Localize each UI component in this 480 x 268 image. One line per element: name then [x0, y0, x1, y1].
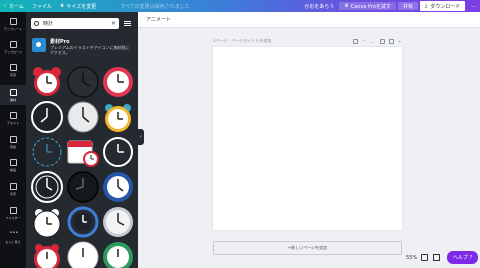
video-icon — [9, 158, 17, 166]
wall-clock-pink-icon[interactable] — [101, 65, 135, 99]
alarm-clock-red-icon[interactable] — [30, 240, 64, 268]
arrow-down-icon[interactable]: ⌄ — [371, 39, 376, 44]
resize-button[interactable]: ♛ サイズを変更 — [56, 0, 100, 12]
home-button[interactable]: ‹ ホーム — [0, 0, 28, 12]
rail-item-elements[interactable]: 素材 — [0, 85, 26, 105]
wall-clock-dark-icon[interactable] — [66, 65, 100, 99]
page-tools: ⌃ ⌄ + — [353, 38, 403, 44]
calendar-clock-icon[interactable] — [66, 135, 100, 169]
filter-icon — [124, 21, 131, 22]
elements-icon — [9, 88, 17, 96]
rail-item-background[interactable]: 背景 — [0, 179, 26, 199]
note-icon[interactable] — [353, 38, 358, 44]
crown-icon: ♛ — [344, 3, 349, 9]
search-icon — [34, 21, 39, 26]
upload-icon — [9, 40, 17, 48]
rail-item-text[interactable]: テキスト — [0, 108, 26, 128]
clock-arrow-icon[interactable] — [66, 205, 100, 239]
back-chevron-icon: ‹ — [4, 3, 6, 9]
wall-clock-blue-icon[interactable] — [101, 170, 135, 204]
more-menu-button[interactable]: ... — [467, 0, 480, 12]
download-button[interactable]: ⤓ ダウンロード — [419, 1, 466, 11]
rail-item-templates[interactable]: テンプレート — [0, 14, 26, 34]
background-icon — [9, 182, 17, 190]
alarm-clock-red-icon[interactable] — [30, 65, 64, 99]
try-pro-button[interactable]: ♛ Canva Proを試す — [339, 2, 396, 10]
rail-item-more[interactable]: ••• もっと見る — [0, 227, 26, 247]
design-title[interactable]: かおをあらう — [300, 0, 338, 12]
clear-icon[interactable]: ✕ — [111, 20, 116, 27]
editor-toolbar: アニメート — [138, 12, 480, 28]
rail-item-music[interactable]: 音楽 — [0, 132, 26, 152]
add-page-icon[interactable]: + — [398, 39, 403, 44]
clock-outline-icon[interactable] — [30, 135, 64, 169]
fullscreen-icon[interactable] — [433, 254, 440, 261]
collapse-panel-button[interactable]: ‹ — [138, 129, 144, 145]
page-title-input[interactable]: 1ページ - ページタイトルを追加 — [213, 38, 271, 44]
share-button[interactable]: 共有 — [397, 2, 418, 10]
file-menu-button[interactable]: ファイル — [28, 0, 56, 12]
promo-description: プレミアムのイラストやアイコンに無制限にアクセス。 — [50, 45, 130, 55]
clock-icon[interactable] — [66, 100, 100, 134]
clock-outline-white-icon[interactable] — [30, 170, 64, 204]
promo-title: 素材Pro — [50, 39, 70, 45]
alarm-clock-yellow-icon[interactable] — [101, 100, 135, 134]
rail-item-folder[interactable]: フォルダー — [0, 203, 26, 223]
side-rail: テンプレート アップロード 写真 素材 テキスト 音楽 動画 背景 フォルダー … — [0, 12, 26, 268]
animate-button[interactable]: アニメート — [146, 16, 171, 23]
elements-panel: 時計 ✕ 素材Pro プレミアムのイラストやアイコンに無制限にアクセス。 — [26, 12, 138, 268]
crown-icon: ♛ — [59, 3, 65, 9]
clock-line-icon[interactable] — [101, 135, 135, 169]
download-icon: ⤓ — [424, 3, 428, 9]
template-icon — [9, 17, 17, 25]
save-status: すべての変更は保存されました — [120, 3, 190, 10]
chevron-left-icon: ‹ — [140, 134, 142, 140]
folder-icon — [9, 206, 17, 214]
top-toolbar: ‹ ホーム ファイル ♛ サイズを変更 すべての変更は保存されました かおをあら… — [0, 0, 480, 12]
delete-page-icon[interactable] — [389, 38, 394, 44]
text-icon — [9, 111, 17, 119]
arrow-up-icon[interactable]: ⌃ — [362, 39, 367, 44]
wall-clock-green-icon[interactable] — [101, 240, 135, 268]
wall-clock-silver-icon[interactable] — [101, 205, 135, 239]
search-input[interactable]: 時計 ✕ — [31, 18, 119, 29]
pro-promo-card[interactable]: 素材Pro プレミアムのイラストやアイコンに無制限にアクセス。 — [32, 36, 132, 66]
grid-view-icon[interactable] — [421, 254, 428, 261]
filter-button[interactable] — [122, 18, 133, 29]
page-header: 1ページ - ページタイトルを追加 ⌃ ⌄ + — [213, 36, 403, 46]
more-icon: ••• — [9, 229, 19, 236]
pro-logo-icon — [32, 38, 46, 52]
wall-clock-white-icon[interactable] — [66, 240, 100, 268]
help-button[interactable]: ヘルプ ? — [447, 251, 478, 264]
duplicate-page-icon[interactable] — [380, 38, 385, 44]
wall-clock-white-icon[interactable] — [30, 100, 64, 134]
wall-clock-black-icon[interactable] — [66, 170, 100, 204]
add-page-button[interactable]: +新しいページを追加 — [213, 241, 402, 255]
rail-item-photos[interactable]: 写真 — [0, 60, 26, 80]
photo-icon — [9, 63, 17, 71]
design-page-canvas[interactable] — [213, 47, 402, 230]
music-icon — [9, 135, 17, 143]
rail-item-video[interactable]: 動画 — [0, 155, 26, 175]
alarm-clock-white-icon[interactable] — [30, 205, 64, 239]
rail-item-uploads[interactable]: アップロード — [0, 37, 26, 57]
zoom-level[interactable]: 55% — [406, 255, 417, 261]
